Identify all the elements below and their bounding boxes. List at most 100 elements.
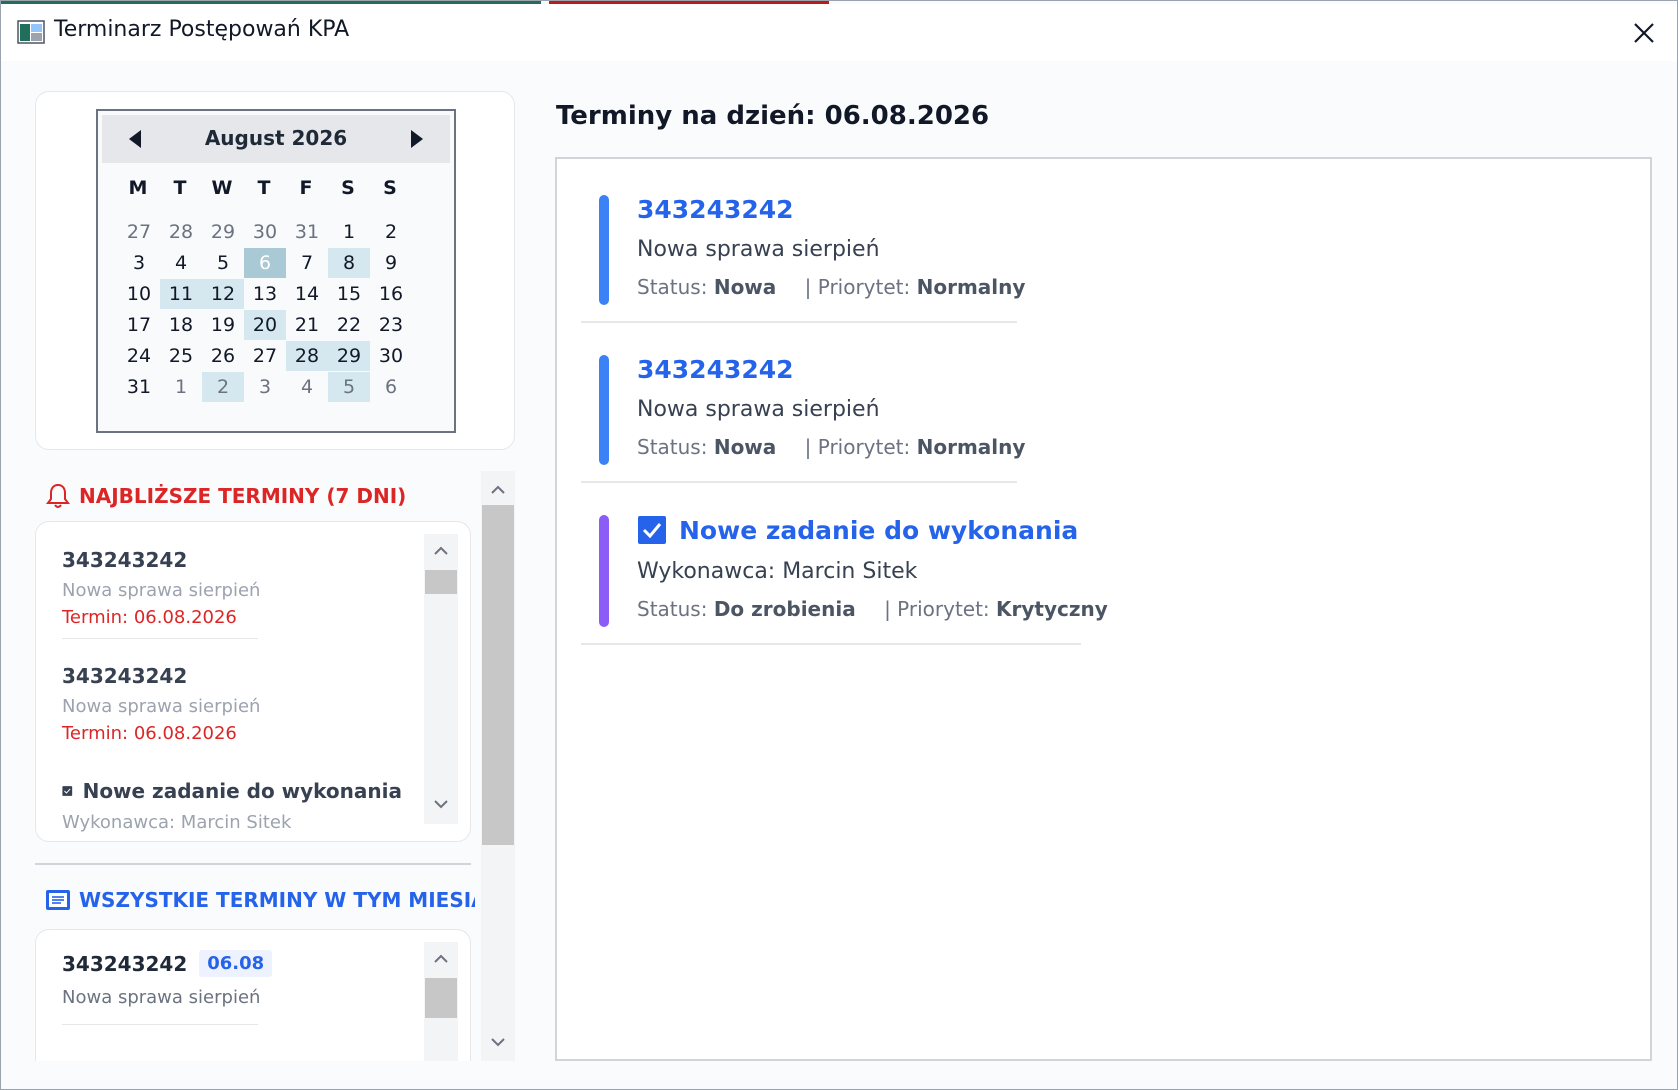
app-window-icon: [17, 20, 45, 44]
entry-divider: [581, 321, 1017, 323]
entry-color-bar: [599, 355, 609, 465]
weekday-label: S: [341, 177, 355, 199]
status-value: Do zrobienia: [713, 597, 856, 621]
calendar-day-with-event[interactable]: 11: [160, 279, 202, 309]
calendar-day[interactable]: 5: [202, 248, 244, 278]
calendar-month-label[interactable]: August 2026: [102, 126, 450, 150]
priority-label: | Priorytet:: [804, 275, 911, 299]
triangle-right-icon[interactable]: [404, 127, 428, 151]
calendar-day[interactable]: 1: [328, 217, 370, 247]
checkbox-checked-icon[interactable]: [637, 515, 667, 545]
calendar-day[interactable]: 23: [370, 310, 412, 340]
calendar-day[interactable]: 19: [202, 310, 244, 340]
calendar-day[interactable]: 31: [286, 217, 328, 247]
calendar-day-selected[interactable]: 6: [244, 248, 286, 278]
calendar-day[interactable]: 18: [160, 310, 202, 340]
calendar-day[interactable]: 7: [286, 248, 328, 278]
calendar-day[interactable]: 6: [370, 372, 412, 402]
close-icon[interactable]: [1627, 16, 1661, 50]
calendar-day[interactable]: 22: [328, 310, 370, 340]
calendar-day-with-event[interactable]: 28: [286, 341, 328, 371]
case-description: Nowa sprawa sierpień: [637, 237, 880, 262]
calendar-day[interactable]: 16: [370, 279, 412, 309]
weekday-label: W: [211, 177, 233, 199]
status-label: Status:: [637, 435, 708, 459]
task-title-link[interactable]: Nowe zadanie do wykonania: [637, 515, 1078, 545]
bell-icon: [46, 483, 70, 508]
calendar-day[interactable]: 10: [118, 279, 160, 309]
calendar-day[interactable]: 3: [244, 372, 286, 402]
calendar-day[interactable]: 27: [244, 341, 286, 371]
calendar-day-with-event[interactable]: 29: [328, 341, 370, 371]
section-divider: [35, 863, 471, 865]
list-item-deadline: Termin: 06.08.2026: [62, 607, 237, 628]
calendar-day[interactable]: 9: [370, 248, 412, 278]
calendar-day[interactable]: 14: [286, 279, 328, 309]
scrollbar-thumb[interactable]: [482, 505, 514, 845]
chevron-up-icon[interactable]: [429, 948, 453, 968]
calendar-day[interactable]: 21: [286, 310, 328, 340]
window-title: Terminarz Postępowań KPA: [54, 17, 350, 42]
calendar-day[interactable]: 1: [160, 372, 202, 402]
status-label: Status:: [637, 597, 708, 621]
calendar-day[interactable]: 17: [118, 310, 160, 340]
task-assignee: Wykonawca: Marcin Sitek: [637, 559, 918, 584]
weekday-label: S: [383, 177, 397, 199]
list-item-deadline: Termin: 06.08.2026: [62, 723, 237, 744]
upcoming-scrollbar[interactable]: [424, 534, 458, 824]
scrollbar-thumb[interactable]: [425, 978, 457, 1018]
calendar-day[interactable]: 15: [328, 279, 370, 309]
day-view-heading: Terminy na dzień: 06.08.2026: [556, 101, 990, 131]
title-bar: Terminarz Postępowań KPA: [1, 4, 1677, 61]
calendar-day[interactable]: 4: [160, 248, 202, 278]
calendar-day[interactable]: 27: [118, 217, 160, 247]
app-window: Terminarz Postępowań KPA August 2026 M T…: [0, 0, 1678, 1090]
calendar-day[interactable]: 31: [118, 372, 160, 402]
left-panel-scroll-area[interactable]: NAJBLIŻSZE TERMINY (7 DNI) 343243242 Now…: [35, 471, 515, 1061]
list-item[interactable]: 343243242 Nowa sprawa sierpień Termin: 0…: [62, 548, 260, 628]
upcoming-list: 343243242 Nowa sprawa sierpień Termin: 0…: [35, 521, 471, 842]
chevron-up-icon[interactable]: [429, 540, 453, 560]
entry-color-bar: [599, 515, 609, 627]
entry-divider: [581, 643, 1081, 645]
list-item[interactable]: 343243242 Nowa sprawa sierpień Termin: 0…: [62, 664, 261, 744]
task-entry[interactable]: Nowe zadanie do wykonania Wykonawca: Mar…: [581, 515, 1108, 647]
scrollbar-thumb[interactable]: [425, 570, 457, 594]
case-number-link[interactable]: 343243242: [637, 355, 794, 384]
calendar-day[interactable]: 30: [244, 217, 286, 247]
calendar-day[interactable]: 3: [118, 248, 160, 278]
calendar-day-with-event[interactable]: 8: [328, 248, 370, 278]
chevron-down-icon[interactable]: [429, 794, 453, 814]
calendar-day[interactable]: 26: [202, 341, 244, 371]
entry-divider: [581, 481, 1017, 483]
calendar-day-with-event[interactable]: 2: [202, 372, 244, 402]
chevron-down-icon[interactable]: [481, 1031, 515, 1055]
calendar-day-with-event[interactable]: 12: [202, 279, 244, 309]
month-list: 343243242 06.08 Nowa sprawa sierpień: [35, 929, 471, 1061]
calendar-day[interactable]: 4: [286, 372, 328, 402]
case-entry[interactable]: 343243242 Nowa sprawa sierpień Status: N…: [581, 195, 1025, 323]
calendar-day[interactable]: 24: [118, 341, 160, 371]
month-list-scrollbar[interactable]: [424, 942, 458, 1061]
calendar-day[interactable]: 28: [160, 217, 202, 247]
case-entry[interactable]: 343243242 Nowa sprawa sierpień Status: N…: [581, 355, 1025, 483]
left-panel-scrollbar[interactable]: [481, 471, 515, 1061]
list-item[interactable]: 343243242 06.08 Nowa sprawa sierpień: [62, 950, 302, 1008]
entry-color-bar: [599, 195, 609, 305]
list-divider: [62, 1024, 258, 1025]
calendar-day[interactable]: 29: [202, 217, 244, 247]
calendar-day[interactable]: 30: [370, 341, 412, 371]
date-badge: 06.08: [199, 950, 273, 977]
list-item-task[interactable]: Nowe zadanie do wykonania Wykonawca: Mar…: [62, 778, 402, 833]
chevron-up-icon[interactable]: [481, 477, 515, 501]
calendar-day[interactable]: 25: [160, 341, 202, 371]
upcoming-section-header: NAJBLIŻSZE TERMINY (7 DNI): [45, 481, 406, 511]
case-number-link[interactable]: 343243242: [637, 195, 794, 224]
calendar-day[interactable]: 13: [244, 279, 286, 309]
calendar-day-with-event[interactable]: 20: [244, 310, 286, 340]
calendar-day[interactable]: 2: [370, 217, 412, 247]
list-item-subtitle: Nowa sprawa sierpień: [62, 696, 261, 717]
calendar-day-with-event[interactable]: 5: [328, 372, 370, 402]
weekday-label: T: [173, 177, 187, 199]
case-description: Nowa sprawa sierpień: [637, 397, 880, 422]
